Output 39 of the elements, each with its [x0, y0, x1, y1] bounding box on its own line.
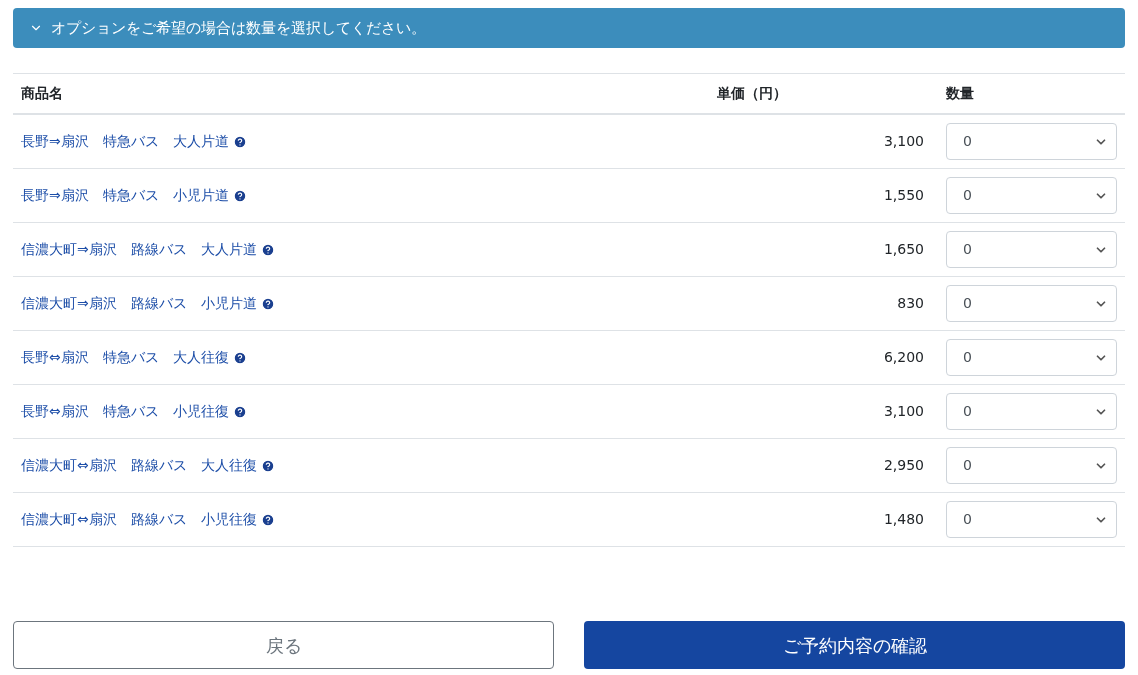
column-header: 数量 [945, 84, 975, 103]
product-name: 信濃大町⇒扇沢 路線バス 大人片道 [21, 240, 257, 259]
help-icon[interactable] [260, 242, 275, 257]
help-icon[interactable] [232, 134, 247, 149]
unit-price: 3,100 [882, 132, 925, 151]
column-header: 商品名 [20, 84, 64, 103]
confirm-button[interactable]: ご予約内容の確認 [584, 621, 1125, 669]
quantity-select[interactable]: 0 [946, 177, 1117, 214]
product-name: 長野⇔扇沢 特急バス 小児往復 [21, 402, 229, 421]
product-name: 長野⇒扇沢 特急バス 小児片道 [21, 186, 229, 205]
option-banner[interactable]: オプションをご希望の場合は数量を選択してください。 [13, 8, 1125, 48]
help-icon[interactable] [260, 296, 275, 311]
product-name: 長野⇒扇沢 特急バス 大人片道 [21, 132, 229, 151]
quantity-select[interactable]: 0 [946, 339, 1117, 376]
unit-price: 2,950 [882, 456, 925, 475]
help-icon[interactable] [232, 188, 247, 203]
quantity-select[interactable]: 0 [946, 501, 1117, 538]
help-icon[interactable] [232, 350, 247, 365]
unit-price: 6,200 [882, 348, 925, 367]
banner-text: オプションをご希望の場合は数量を選択してください。 [51, 17, 426, 39]
unit-price: 1,480 [882, 510, 925, 529]
unit-price: 1,650 [882, 240, 925, 259]
unit-price: 3,100 [882, 402, 925, 421]
quantity-select[interactable]: 0 [946, 231, 1117, 268]
product-name: 長野⇔扇沢 特急バス 大人往復 [21, 348, 229, 367]
unit-price: 1,550 [882, 186, 925, 205]
unit-price: 830 [896, 294, 925, 313]
column-header: 単価（円） [716, 84, 788, 103]
quantity-select[interactable]: 0 [946, 285, 1117, 322]
help-icon[interactable] [260, 458, 275, 473]
back-button[interactable]: 戻る [13, 621, 554, 669]
product-name: 信濃大町⇔扇沢 路線バス 大人往復 [21, 456, 257, 475]
product-name: 信濃大町⇒扇沢 路線バス 小児片道 [21, 294, 257, 313]
help-icon[interactable] [260, 512, 275, 527]
quantity-select[interactable]: 0 [946, 393, 1117, 430]
product-name: 信濃大町⇔扇沢 路線バス 小児往復 [21, 510, 257, 529]
help-icon[interactable] [232, 404, 247, 419]
quantity-select[interactable]: 0 [946, 447, 1117, 484]
quantity-select[interactable]: 0 [946, 123, 1117, 160]
